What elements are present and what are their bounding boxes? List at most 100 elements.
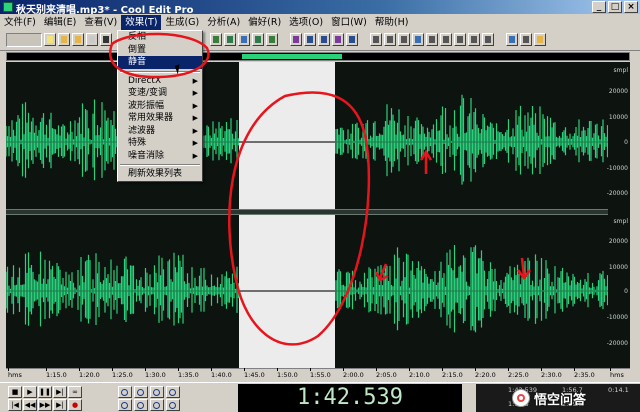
amp-label: 0 xyxy=(624,139,628,146)
toolbar-button-17[interactable] xyxy=(454,33,466,46)
time-label: 1:25.0 xyxy=(112,368,133,379)
go-end-button[interactable]: ▶| xyxy=(53,399,67,411)
menu-options[interactable]: 选项(O) xyxy=(285,15,327,30)
record-button[interactable]: ● xyxy=(68,399,82,411)
minimize-button[interactable]: _ xyxy=(592,1,606,13)
time-label: 1:55.0 xyxy=(310,368,331,379)
open-folder-icon xyxy=(61,36,67,43)
loop-icon: ∞ xyxy=(72,388,78,396)
toolbar-button-11[interactable] xyxy=(370,33,382,46)
toolbar-button-9[interactable] xyxy=(332,33,344,46)
zoom-left-button[interactable] xyxy=(118,399,132,411)
menu-bar: 文件(F) 编辑(E) 查看(V) 效果(T) 生成(G) 分析(A) 偏好(R… xyxy=(0,14,640,31)
view-icon xyxy=(485,36,491,43)
menu-analyze[interactable]: 分析(A) xyxy=(203,15,244,30)
overview-selection[interactable] xyxy=(242,54,342,59)
menu-item-refresh-effects[interactable]: 刷新效果列表 xyxy=(118,168,202,181)
toolbar-button-20[interactable] xyxy=(506,33,518,46)
toolbar-button-14[interactable] xyxy=(412,33,424,46)
wave-tool-icon xyxy=(227,36,233,43)
view-icon xyxy=(443,36,449,43)
settings-icon xyxy=(509,36,515,43)
save-button[interactable] xyxy=(100,33,112,46)
selection-length: 0:14.1 xyxy=(608,386,629,394)
menu-item-common-effects[interactable]: 常用效果器 ▶ xyxy=(118,112,202,125)
play-to-end-button[interactable]: ▶| xyxy=(53,386,67,398)
menu-window[interactable]: 窗口(W) xyxy=(327,15,371,30)
view-icon xyxy=(373,36,379,43)
help-button[interactable] xyxy=(534,33,546,46)
amp-label: 20000 xyxy=(608,88,628,95)
zoom-in-vertical-button[interactable] xyxy=(150,399,164,411)
menu-item-noise-reduction[interactable]: 噪音消除 ▶ xyxy=(118,150,202,163)
toolbar-button-18[interactable] xyxy=(468,33,480,46)
submenu-arrow-icon: ▶ xyxy=(192,89,198,97)
maximize-button[interactable]: □ xyxy=(608,1,622,13)
menu-item-filters[interactable]: 滤波器 ▶ xyxy=(118,125,202,138)
pause-button[interactable]: ❚❚ xyxy=(38,386,52,398)
time-label: 2:20.0 xyxy=(475,368,496,379)
time-label: 2:05.0 xyxy=(376,368,397,379)
zoom-in-horizontal-button[interactable] xyxy=(118,386,132,398)
close-file-button[interactable] xyxy=(86,33,98,46)
toolbar-button-2[interactable] xyxy=(224,33,236,46)
fast-forward-button[interactable]: ▶▶ xyxy=(38,399,52,411)
submenu-arrow-icon: ▶ xyxy=(192,114,198,122)
toolbar-button-15[interactable] xyxy=(426,33,438,46)
toolbar-button-12[interactable] xyxy=(384,33,396,46)
view-icon xyxy=(415,36,421,43)
menu-help[interactable]: 帮助(H) xyxy=(371,15,413,30)
zoom-out-vertical-button[interactable] xyxy=(166,399,180,411)
menu-item-directx[interactable]: DirectX ▶ xyxy=(118,75,202,88)
waveform-display[interactable]: smpl 20000 10000 0 -10000 -20000 smpl 20… xyxy=(6,62,630,368)
amp-label: -10000 xyxy=(606,314,628,321)
toolbar-button-7[interactable] xyxy=(304,33,316,46)
open-append-button[interactable] xyxy=(72,33,84,46)
multitrack-toggle-button[interactable] xyxy=(6,33,42,47)
open-file-button[interactable] xyxy=(58,33,70,46)
zoom-selection-button[interactable] xyxy=(166,386,180,398)
menu-item-invert[interactable]: 反相 xyxy=(118,31,202,44)
menu-item-amplitude[interactable]: 波形振幅 ▶ xyxy=(118,100,202,113)
save-icon xyxy=(103,36,109,43)
stop-button[interactable]: ■ xyxy=(8,386,22,398)
play-button[interactable]: ▶ xyxy=(23,386,37,398)
amp-label: -20000 xyxy=(606,190,628,197)
time-ruler: hms 1:15.0 1:20.0 1:25.0 1:30.0 1:35.0 1… xyxy=(6,368,630,383)
play-icon: ▶ xyxy=(27,388,33,396)
menu-item-silence[interactable]: 静音 xyxy=(118,56,202,69)
menu-effects[interactable]: 效果(T) xyxy=(121,14,162,30)
toolbar-button-4[interactable] xyxy=(252,33,264,46)
toolbar-button-3[interactable] xyxy=(238,33,250,46)
menu-favorites[interactable]: 偏好(R) xyxy=(244,15,285,30)
menu-separator xyxy=(120,164,200,166)
menu-view[interactable]: 查看(V) xyxy=(80,15,121,30)
toolbar-button-13[interactable] xyxy=(398,33,410,46)
go-start-button[interactable]: |◀ xyxy=(8,399,22,411)
loop-button[interactable]: ∞ xyxy=(68,386,82,398)
menu-generate[interactable]: 生成(G) xyxy=(161,15,203,30)
submenu-arrow-icon: ▶ xyxy=(192,151,198,160)
new-file-button[interactable] xyxy=(44,33,56,46)
toolbar-button-21[interactable] xyxy=(520,33,532,46)
menu-file[interactable]: 文件(F) xyxy=(0,15,40,30)
toolbar-button-6[interactable] xyxy=(290,33,302,46)
rewind-button[interactable]: ◀◀ xyxy=(23,399,37,411)
toolbar-button-8[interactable] xyxy=(318,33,330,46)
zoom-out-horizontal-button[interactable] xyxy=(134,386,148,398)
menu-item-special[interactable]: 特殊 ▶ xyxy=(118,137,202,150)
zoom-right-button[interactable] xyxy=(134,399,148,411)
toolbar-button-16[interactable] xyxy=(440,33,452,46)
toolbar-button-19[interactable] xyxy=(482,33,494,46)
menu-item-tempo-pitch[interactable]: 变速/变调 ▶ xyxy=(118,87,202,100)
menu-item-reverse[interactable]: 倒置 xyxy=(118,44,202,57)
close-button[interactable]: × xyxy=(624,1,638,13)
time-label: 2:25.0 xyxy=(508,368,529,379)
toolbar-button-5[interactable] xyxy=(266,33,278,46)
toolbar-button-1[interactable] xyxy=(210,33,222,46)
zoom-full-button[interactable] xyxy=(150,386,164,398)
toolbar-button-10[interactable] xyxy=(346,33,358,46)
overview-bar[interactable] xyxy=(6,52,630,61)
menu-edit[interactable]: 编辑(E) xyxy=(40,15,80,30)
amp-label: -20000 xyxy=(606,340,628,347)
